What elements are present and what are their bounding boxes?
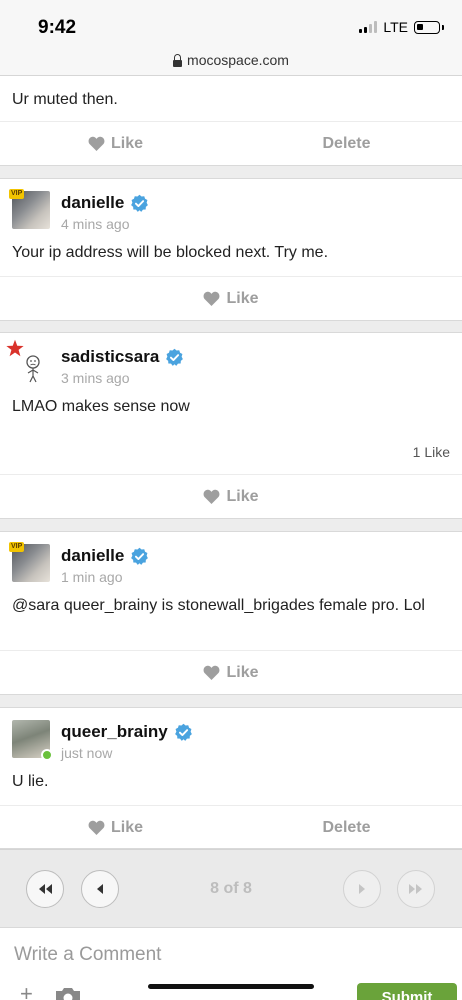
like-label: Like [110, 134, 143, 152]
comment-card: VIP danielle 1 min ago @sara queer_brain… [0, 531, 462, 695]
comment-text: @sara queer_brainy is stonewall_brigades… [12, 597, 425, 614]
verified-icon [131, 547, 149, 565]
username[interactable]: danielle [61, 193, 124, 213]
url-bar[interactable]: mocospace.com [0, 44, 462, 76]
like-button[interactable]: Like [0, 664, 462, 682]
comment-card: sadisticsara 3 mins ago LMAO makes sense… [0, 332, 462, 519]
plus-icon[interactable]: + [20, 983, 33, 1000]
like-button[interactable]: Like [0, 135, 231, 153]
verified-icon [131, 194, 149, 212]
heart-icon [204, 489, 220, 504]
comment-text: U lie. [12, 773, 49, 790]
username-row: queer_brainy [61, 722, 193, 742]
avatar[interactable]: VIP [9, 189, 50, 229]
heart-icon [204, 665, 220, 680]
comment-actions: Like [0, 474, 462, 518]
url-domain: mocospace.com [187, 51, 289, 68]
post-time: 3 mins ago [61, 370, 130, 386]
last-page-button[interactable] [397, 870, 435, 908]
username[interactable]: danielle [61, 546, 124, 566]
delete-button[interactable]: Delete [231, 819, 462, 837]
comment-text: Ur muted then. [12, 91, 118, 108]
delete-label: Delete [322, 818, 371, 836]
like-button[interactable]: Like [0, 488, 462, 506]
post-time: just now [61, 745, 113, 761]
post-time: 4 mins ago [61, 216, 130, 232]
submit-button[interactable]: Submit [357, 983, 457, 1000]
like-count[interactable]: 1 Like [413, 444, 450, 460]
like-label: Like [226, 289, 259, 307]
post-time: 1 min ago [61, 569, 123, 585]
delete-button[interactable]: Delete [231, 135, 462, 153]
avatar[interactable] [12, 720, 53, 761]
vip-badge: VIP [9, 189, 25, 199]
comment-card: Ur muted then. Like Delete [0, 76, 462, 166]
double-chevron-right-icon [409, 884, 422, 894]
comment-text: LMAO makes sense now [12, 398, 190, 415]
username-row: danielle [61, 193, 149, 213]
online-status-indicator [41, 749, 53, 761]
lock-icon [173, 53, 183, 67]
like-label: Like [226, 663, 259, 681]
comment-card: queer_brainy just now U lie. Like Delete [0, 707, 462, 849]
status-bar: 9:42 LTE [0, 0, 462, 44]
vip-badge: VIP [9, 542, 25, 552]
comment-input[interactable] [14, 944, 414, 966]
next-page-button[interactable] [343, 870, 381, 908]
cellular-signal-icon [359, 21, 378, 33]
verified-icon [166, 348, 184, 366]
network-type: LTE [383, 19, 408, 35]
comment-text: Your ip address will be blocked next. Tr… [12, 244, 329, 261]
comment-actions: Like [0, 276, 462, 320]
username[interactable]: sadisticsara [61, 347, 159, 367]
avatar[interactable]: VIP [9, 542, 50, 582]
like-button[interactable]: Like [0, 290, 462, 308]
comment-composer: + Submit [0, 927, 462, 1000]
username-row: sadisticsara [61, 347, 184, 367]
like-label: Like [110, 818, 143, 836]
comment-tools: + [20, 983, 83, 1000]
heart-icon [88, 136, 105, 151]
comment-actions: Like Delete [0, 121, 462, 165]
comment-actions: Like [0, 650, 462, 694]
chevron-right-icon [359, 884, 365, 894]
delete-label: Delete [322, 134, 371, 152]
like-label: Like [226, 487, 259, 505]
home-indicator [148, 984, 314, 989]
star-icon [6, 339, 24, 357]
pagination: 8 of 8 [0, 849, 462, 927]
username[interactable]: queer_brainy [61, 722, 168, 742]
comment-actions: Like Delete [0, 805, 462, 849]
username-row: danielle [61, 546, 149, 566]
battery-icon [414, 20, 444, 34]
heart-icon [88, 820, 105, 835]
status-time: 9:42 [38, 17, 77, 38]
status-indicators: LTE [359, 19, 444, 35]
avatar[interactable] [6, 339, 50, 383]
camera-icon[interactable] [53, 986, 83, 1000]
page-indicator: 8 of 8 [210, 880, 252, 897]
like-button[interactable]: Like [0, 819, 231, 837]
comment-card: VIP danielle 4 mins ago Your ip address … [0, 178, 462, 321]
verified-icon [174, 723, 192, 741]
heart-icon [204, 291, 220, 306]
